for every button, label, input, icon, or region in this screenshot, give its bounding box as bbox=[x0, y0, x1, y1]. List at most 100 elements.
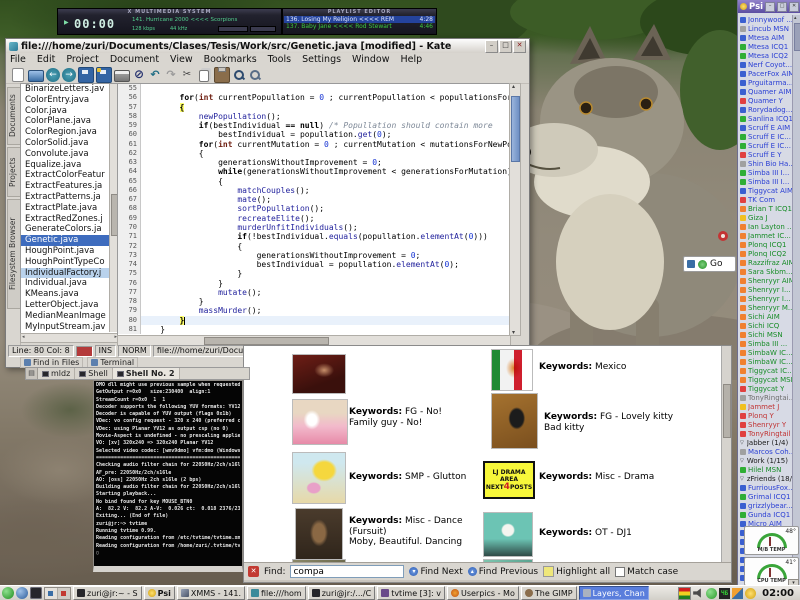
rooster-thumbnail[interactable] bbox=[491, 349, 533, 391]
go-button[interactable]: Go bbox=[710, 259, 722, 269]
file-list-item[interactable]: ExtractPlate.java bbox=[21, 203, 118, 214]
roster-contact[interactable]: Shenryyr AIM bbox=[739, 276, 792, 285]
menu-bookmarks[interactable]: Bookmarks bbox=[204, 54, 257, 65]
file-list-item[interactable]: ExtractColorFeatur bbox=[21, 170, 118, 181]
pager-desktop-1[interactable] bbox=[45, 588, 58, 599]
task-button[interactable]: zuri@jr:~ - S bbox=[73, 586, 142, 600]
task-button[interactable]: Userpics - Mo bbox=[447, 586, 519, 600]
djcat-thumbnail[interactable] bbox=[483, 512, 533, 557]
save-as-icon[interactable] bbox=[96, 67, 112, 83]
playlist-titlebar[interactable]: PLAYLIST EDITOR bbox=[283, 9, 436, 15]
konsole-tab[interactable]: Shell No. 2 bbox=[113, 368, 180, 379]
klipper-icon[interactable] bbox=[732, 588, 743, 599]
editor-vscrollbar[interactable] bbox=[509, 83, 521, 336]
stop-icon[interactable] bbox=[132, 68, 146, 82]
roster-contact[interactable]: Scruff E AIM bbox=[739, 123, 792, 132]
cut-icon[interactable] bbox=[180, 68, 194, 82]
new-session-icon[interactable] bbox=[26, 368, 38, 379]
task-button[interactable]: Layers, Chan bbox=[579, 586, 649, 600]
roster-contact[interactable]: TK Com bbox=[739, 195, 792, 204]
roster-contact[interactable]: Hilel MSN bbox=[739, 466, 792, 475]
sidebar-tab-filesystem-browser[interactable]: Filesystem Browser bbox=[7, 199, 21, 309]
roster-contact[interactable]: Lincub MSN bbox=[739, 24, 792, 33]
roster-contact[interactable]: Quamer Y bbox=[739, 96, 792, 105]
menu-edit[interactable]: Edit bbox=[37, 54, 55, 65]
find-next-button[interactable]: ▾Find Next bbox=[409, 567, 462, 577]
file-list-item[interactable]: IndividualFactory.j bbox=[21, 268, 118, 279]
highlight-all-button[interactable]: Highlight all bbox=[543, 566, 610, 577]
print-icon[interactable] bbox=[114, 70, 130, 82]
save-icon[interactable] bbox=[78, 67, 94, 83]
roster-contact[interactable]: Jammet J bbox=[739, 403, 792, 412]
task-button[interactable]: tvtime [3]: v bbox=[377, 586, 445, 600]
konsole-terminal[interactable]: DMO dll might use previous sample when r… bbox=[93, 380, 243, 572]
roster-contact[interactable]: Simba III I... bbox=[739, 168, 792, 177]
file-list-item[interactable]: ColorEntry.java bbox=[21, 95, 118, 106]
file-list-item[interactable]: BinarizeLetters.jav bbox=[21, 84, 118, 95]
roster-contact[interactable]: SimbaW IC... bbox=[739, 358, 792, 367]
menu-project[interactable]: Project bbox=[66, 54, 99, 65]
roster-contact[interactable]: Sichi AIM bbox=[739, 313, 792, 322]
file-list-item[interactable]: Genetic.java bbox=[21, 235, 118, 246]
roster-contact[interactable]: Sanlina ICQ1 bbox=[739, 114, 792, 123]
roster-contact[interactable]: Shenryyr I... bbox=[739, 285, 792, 294]
kate-window[interactable]: file:///home/zuri/Documents/Clases/Tesis… bbox=[5, 38, 530, 368]
roster-contact[interactable]: Plonq ICQ1 bbox=[739, 240, 792, 249]
ljdrama-thumbnail[interactable]: LJ DRAMAAREANEXT4POSTS bbox=[483, 461, 535, 499]
roster-contact[interactable]: Plonq ICQ2 bbox=[739, 249, 792, 258]
checkbox-icon[interactable] bbox=[615, 567, 625, 577]
roster-contact[interactable]: Nerf Coyot... bbox=[739, 60, 792, 69]
roster-contact[interactable]: Rorydadog... bbox=[739, 105, 792, 114]
roster-contact[interactable]: Shenryyr M... bbox=[739, 304, 792, 313]
filelist-hscrollbar[interactable] bbox=[20, 333, 119, 343]
file-list-item[interactable]: HoughPointTypeCo bbox=[21, 257, 118, 268]
roster-contact[interactable]: grizzlybear... bbox=[739, 502, 792, 511]
roster-contact[interactable]: Ian Layton ... bbox=[739, 222, 792, 231]
file-list-item[interactable]: ExtractFeatures.ja bbox=[21, 181, 118, 192]
roster-contact[interactable]: Scruff E IC... bbox=[739, 141, 792, 150]
roster-contact[interactable]: Shenryyr I... bbox=[739, 294, 792, 303]
file-list-item[interactable]: Convolute.java bbox=[21, 149, 118, 160]
menu-file[interactable]: File bbox=[10, 54, 26, 65]
roster-contact[interactable]: Razzifraz AIM bbox=[739, 258, 792, 267]
undo-icon[interactable] bbox=[148, 68, 162, 82]
close-button[interactable]: ✕ bbox=[513, 40, 526, 53]
menu-window[interactable]: Window bbox=[352, 54, 389, 65]
roster-contact[interactable]: TonyRingtai... bbox=[739, 394, 792, 403]
file-list-item[interactable]: ColorPlane.java bbox=[21, 116, 118, 127]
roster-contact[interactable]: Mtesa ICQ1 bbox=[739, 42, 792, 51]
file-list-item[interactable]: ColorSolid.java bbox=[21, 138, 118, 149]
file-list-item[interactable]: ExtractRedZones.j bbox=[21, 214, 118, 225]
task-button[interactable]: zuri@jr:/.../C bbox=[308, 586, 375, 600]
browser-window[interactable]: Keywords: MexicoKeywords: FG - No!Family… bbox=[243, 345, 732, 583]
back-icon[interactable] bbox=[46, 68, 60, 82]
lionking-thumbnail[interactable] bbox=[292, 354, 346, 394]
desktop-pager[interactable] bbox=[44, 587, 71, 600]
forward-icon[interactable] bbox=[62, 68, 76, 82]
close-icon[interactable]: ✕ bbox=[248, 566, 259, 577]
menu-tools[interactable]: Tools bbox=[268, 54, 291, 65]
smiley-icon[interactable] bbox=[706, 588, 717, 599]
open-document-icon[interactable] bbox=[28, 70, 44, 82]
xmms-slider[interactable] bbox=[250, 26, 276, 32]
browser-scrollbar[interactable] bbox=[721, 346, 731, 562]
roster-group[interactable]: zFriends (18/8 bbox=[739, 475, 792, 484]
roster-contact[interactable]: SimbaW IC... bbox=[739, 349, 792, 358]
xmms-titlebar[interactable]: X MULTIMEDIA SYSTEM bbox=[58, 9, 281, 15]
file-list-item[interactable]: KMeans.java bbox=[21, 289, 118, 300]
find-input[interactable] bbox=[290, 565, 404, 578]
sidebar-tab-documents[interactable]: Documents bbox=[7, 87, 21, 145]
file-list-item[interactable]: LetterObject.java bbox=[21, 300, 118, 311]
roster-contact[interactable]: Tiggycat Y bbox=[739, 385, 792, 394]
roster-contact[interactable]: Simba III I... bbox=[739, 177, 792, 186]
roster-group[interactable]: Work (1/15) bbox=[739, 457, 792, 466]
roster-scrollbar[interactable] bbox=[792, 15, 800, 585]
document-list[interactable]: BinarizeLetters.javColorEntry.javaColor.… bbox=[20, 83, 119, 335]
redo-icon[interactable] bbox=[164, 68, 178, 82]
task-button[interactable]: XMMS - 141. bbox=[177, 586, 245, 600]
close-button[interactable]: ✕ bbox=[789, 2, 799, 12]
go-icon[interactable] bbox=[698, 260, 707, 269]
file-list-item[interactable]: GenerateColors.ja bbox=[21, 224, 118, 235]
suse-menu-icon[interactable] bbox=[2, 587, 14, 599]
terminal-launcher-icon[interactable] bbox=[30, 587, 42, 599]
